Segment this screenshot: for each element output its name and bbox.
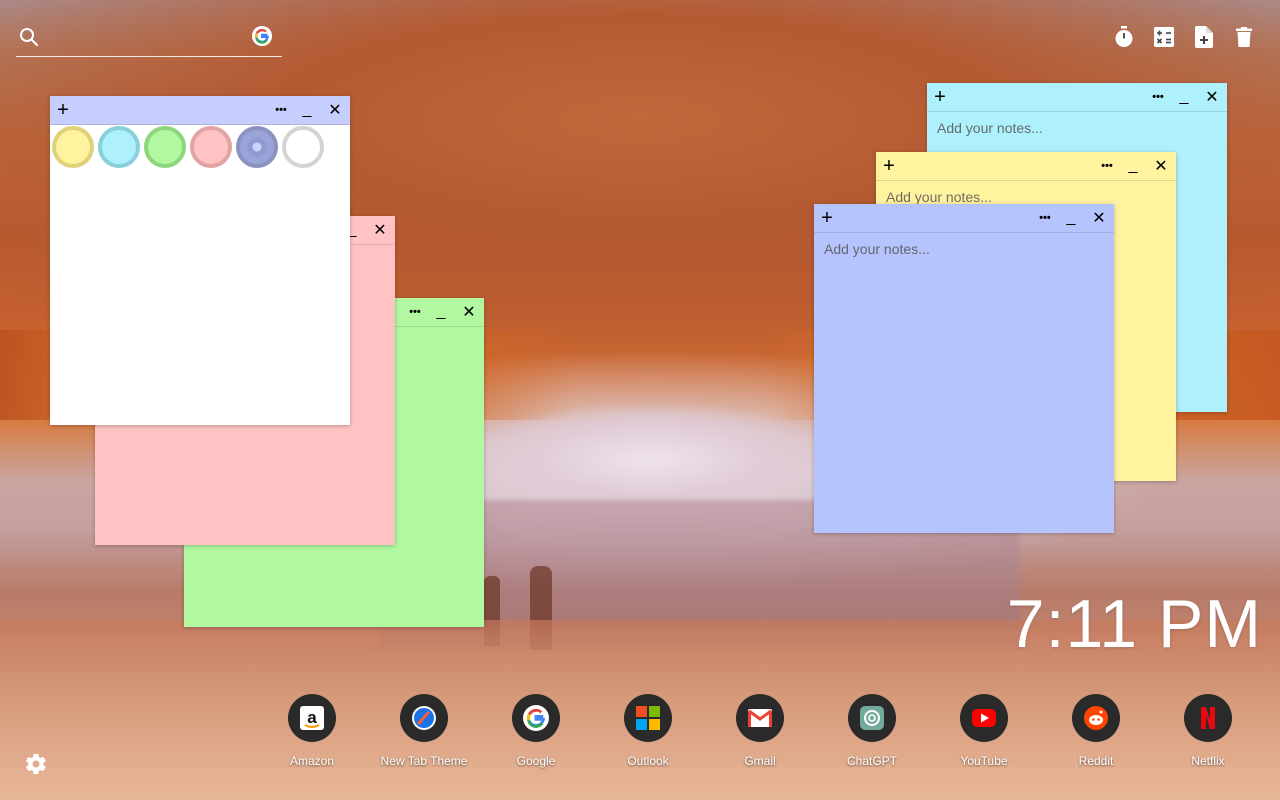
gmail-icon[interactable] <box>736 694 784 742</box>
note-more-button[interactable]: ••• <box>1034 204 1056 232</box>
note-close-button[interactable]: ✕ <box>324 96 346 124</box>
note-close-button[interactable]: ✕ <box>369 216 391 244</box>
dock-app-label: YouTube <box>960 754 1008 768</box>
youtube-icon[interactable] <box>960 694 1008 742</box>
note-titlebar[interactable]: + ••• _ ✕ <box>927 83 1227 112</box>
chatgpt-icon[interactable] <box>848 694 896 742</box>
dock-app-label: Reddit <box>1078 754 1114 768</box>
dock-app-label: Gmail <box>744 754 776 768</box>
color-picker <box>50 125 350 169</box>
dock-app-google[interactable]: Google <box>480 694 592 768</box>
svg-text:a: a <box>307 708 317 727</box>
note-close-button[interactable]: ✕ <box>1150 152 1172 180</box>
note-close-button[interactable]: ✕ <box>1088 204 1110 232</box>
note-add-button[interactable]: + <box>878 152 900 180</box>
amazon-icon[interactable]: a <box>288 694 336 742</box>
reddit-icon[interactable] <box>1072 694 1120 742</box>
clock: 7:11 PM <box>1006 586 1262 662</box>
trash-icon[interactable] <box>1234 26 1254 48</box>
note-more-button[interactable]: ••• <box>1096 152 1118 180</box>
note-minimize-button[interactable]: _ <box>430 298 452 326</box>
color-swatch[interactable] <box>190 126 232 168</box>
note-minimize-button[interactable]: _ <box>1122 152 1144 180</box>
dock-app-label: Netflix <box>1191 754 1225 768</box>
google-icon[interactable] <box>512 694 560 742</box>
timer-icon[interactable] <box>1114 26 1134 48</box>
note-add-button[interactable]: + <box>816 204 838 232</box>
top-toolbar <box>1114 26 1254 48</box>
note-more-button[interactable]: ••• <box>1147 83 1169 111</box>
app-dock: a Amazon New Tab Theme Google Outlook Gmail Ch… <box>256 694 1264 768</box>
dock-app-youtube[interactable]: YouTube <box>928 694 1040 768</box>
dock-app-label: New Tab Theme <box>380 754 468 768</box>
dock-app-label: Amazon <box>289 754 335 768</box>
background-arch-opening <box>470 405 830 515</box>
note-titlebar[interactable]: + ••• _ ✕ <box>814 204 1114 233</box>
dock-app-new-tab-theme[interactable]: New Tab Theme <box>368 694 480 768</box>
search-icon[interactable] <box>18 26 40 48</box>
dock-app-label: ChatGPT <box>846 754 897 768</box>
note-more-button[interactable]: ••• <box>270 96 292 124</box>
note-minimize-button[interactable]: _ <box>1060 204 1082 232</box>
note-close-button[interactable]: ✕ <box>458 298 480 326</box>
sticky-note-blue: + ••• _ ✕ <box>814 204 1114 533</box>
note-add-button[interactable]: + <box>929 83 951 111</box>
color-swatch[interactable] <box>236 126 278 168</box>
sticky-note-white: + ••• _ ✕ <box>50 96 350 425</box>
note-textarea[interactable] <box>814 233 1114 533</box>
color-swatch[interactable] <box>98 126 140 168</box>
search-input[interactable] <box>46 26 250 50</box>
calculator-icon[interactable] <box>1154 26 1174 48</box>
dock-app-label: Google <box>516 754 556 768</box>
new-note-icon[interactable] <box>1194 26 1214 48</box>
dock-app-reddit[interactable]: Reddit <box>1040 694 1152 768</box>
dock-app-label: Outlook <box>627 754 669 768</box>
search-bar <box>16 24 282 57</box>
note-close-button[interactable]: ✕ <box>1201 83 1223 111</box>
color-swatch[interactable] <box>144 126 186 168</box>
note-more-button[interactable]: ••• <box>404 298 426 326</box>
outlook-icon[interactable] <box>624 694 672 742</box>
dock-app-gmail[interactable]: Gmail <box>704 694 816 768</box>
color-swatch[interactable] <box>282 126 324 168</box>
netflix-icon[interactable] <box>1184 694 1232 742</box>
dock-app-chatgpt[interactable]: ChatGPT <box>816 694 928 768</box>
note-add-button[interactable]: + <box>52 96 74 124</box>
google-search-engine-icon[interactable] <box>252 26 272 46</box>
note-titlebar[interactable]: + ••• _ ✕ <box>50 96 350 125</box>
dock-app-outlook[interactable]: Outlook <box>592 694 704 768</box>
settings-gear-icon[interactable] <box>24 752 48 776</box>
note-minimize-button[interactable]: _ <box>296 96 318 124</box>
note-titlebar[interactable]: + ••• _ ✕ <box>876 152 1176 181</box>
color-swatch[interactable] <box>52 126 94 168</box>
note-minimize-button[interactable]: _ <box>1173 83 1195 111</box>
dock-app-amazon[interactable]: a Amazon <box>256 694 368 768</box>
new-tab-theme-icon[interactable] <box>400 694 448 742</box>
dock-app-netflix[interactable]: Netflix <box>1152 694 1264 768</box>
